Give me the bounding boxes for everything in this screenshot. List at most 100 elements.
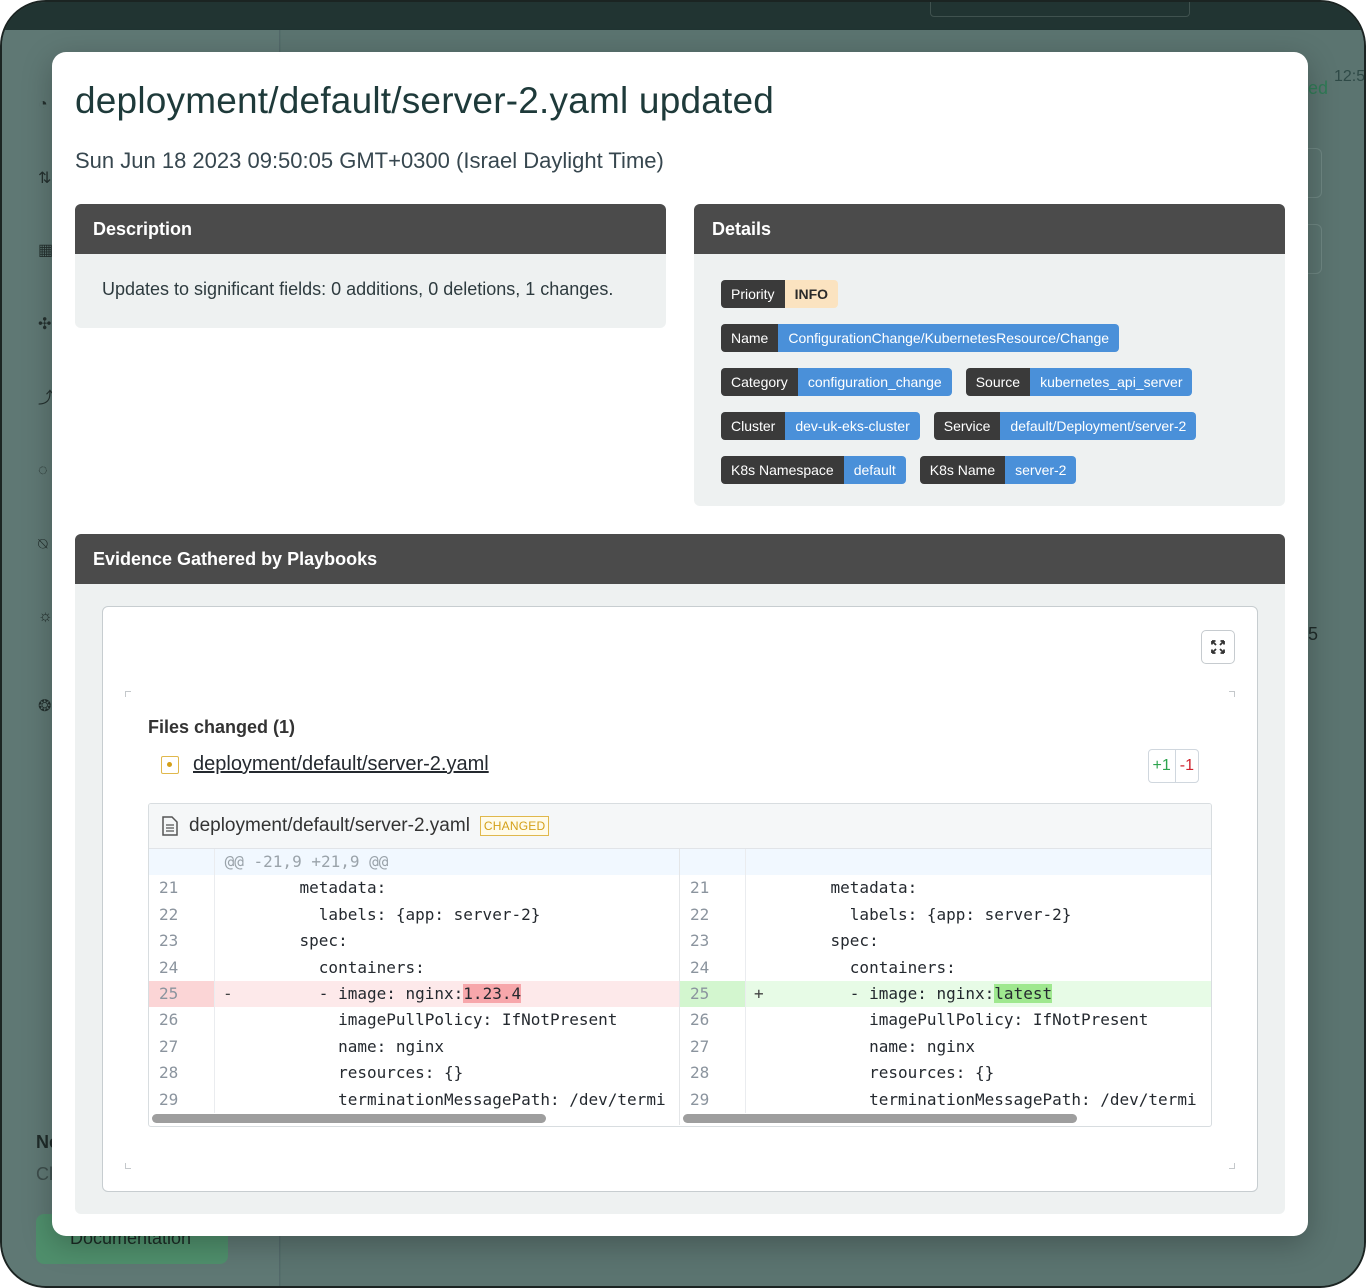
changed-value-highlight: 1.23.4 bbox=[463, 983, 522, 1003]
code-text: resources: {} bbox=[792, 1063, 995, 1083]
line-number: 28 bbox=[680, 1060, 746, 1087]
deletions-count: -1 bbox=[1179, 757, 1194, 774]
expand-icon bbox=[1211, 640, 1225, 654]
corner-mark bbox=[125, 1163, 131, 1169]
diff-hunk-header: @@ -21,9 +21,9 @@ bbox=[149, 849, 679, 876]
line-number: 24 bbox=[149, 954, 215, 981]
changed-value-highlight: latest bbox=[994, 983, 1053, 1003]
detail-tag-source: Source kubernetes_api_server bbox=[965, 368, 1193, 396]
diff-line: 24 containers: bbox=[149, 954, 679, 981]
diff-marker bbox=[215, 955, 239, 981]
diff-line: 28 resources: {} bbox=[680, 1060, 1211, 1087]
diff-line: 29 terminationMessagePath: /dev/termi bbox=[149, 1086, 679, 1113]
code-text: - image: nginx:latest bbox=[792, 983, 1053, 1003]
tag-row: Category configuration_change Source kubern… bbox=[721, 368, 1285, 396]
diff-marker bbox=[215, 875, 239, 901]
finding-modal: deployment/default/server-2.yaml updated… bbox=[52, 52, 1308, 1236]
code-text: resources: {} bbox=[261, 1063, 464, 1083]
diff-marker bbox=[215, 928, 239, 954]
diff-line: 26 imagePullPolicy: IfNotPresent bbox=[149, 1007, 679, 1034]
line-number: 25 bbox=[680, 980, 746, 1008]
diff-marker bbox=[746, 955, 770, 981]
background-search-box bbox=[930, 2, 1190, 17]
diff-line: 21 metadata: bbox=[149, 875, 679, 902]
diff-line: 27 name: nginx bbox=[680, 1033, 1211, 1061]
diff-stat: +1 -1 bbox=[1147, 749, 1199, 783]
line-number: 26 bbox=[680, 1007, 746, 1034]
line-number: 29 bbox=[149, 1086, 215, 1113]
line-number: 29 bbox=[680, 1086, 746, 1113]
line-number: 23 bbox=[149, 928, 215, 955]
code-text: imagePullPolicy: IfNotPresent bbox=[792, 1010, 1149, 1030]
details-header: Details bbox=[694, 204, 1285, 254]
details-tags: Priority INFO Name ConfigurationChange/Kube… bbox=[694, 254, 1285, 484]
file-modified-icon bbox=[161, 755, 179, 774]
changed-file-entry[interactable]: deployment/default/server-2.yaml bbox=[161, 753, 489, 776]
detail-tag-k8s-name: K8s Name server-2 bbox=[919, 456, 1077, 484]
tag-key: K8s Name bbox=[919, 456, 1006, 484]
background-sidebar-subtext: Cl bbox=[36, 1164, 53, 1184]
diff-line: 28 resources: {} bbox=[149, 1060, 679, 1087]
diff-marker bbox=[215, 1060, 239, 1086]
tag-value: dev-uk-eks-cluster bbox=[785, 412, 920, 440]
background-topbar bbox=[2, 2, 1364, 30]
line-number: 22 bbox=[680, 901, 746, 929]
detail-tag-k8s-namespace: K8s Namespace default bbox=[721, 456, 906, 484]
line-number: 25 bbox=[149, 980, 215, 1008]
tag-key: Priority bbox=[721, 280, 785, 308]
code-text: metadata: bbox=[261, 878, 387, 898]
tag-value: default bbox=[843, 456, 906, 484]
diff-marker bbox=[746, 1034, 770, 1060]
diff-marker bbox=[215, 1007, 239, 1033]
line-number: 21 bbox=[149, 875, 215, 902]
diff-marker bbox=[746, 1087, 770, 1113]
tag-value: configuration_change bbox=[797, 368, 952, 396]
diff-marker bbox=[746, 1007, 770, 1033]
changed-file-link[interactable]: deployment/default/server-2.yaml bbox=[193, 753, 489, 776]
code-text: terminationMessagePath: /dev/termi bbox=[261, 1089, 666, 1109]
expand-button[interactable] bbox=[1201, 630, 1235, 664]
background-status-fragment: ed bbox=[1308, 78, 1329, 98]
tag-row: Cluster dev-uk-eks-cluster Service default/… bbox=[721, 412, 1285, 440]
tag-row: Name ConfigurationChange/KubernetesResour… bbox=[721, 324, 1285, 352]
corner-mark bbox=[1229, 691, 1235, 697]
code-text: name: nginx bbox=[792, 1036, 976, 1056]
tag-value: server-2 bbox=[1005, 456, 1077, 484]
detail-tag-category: Category configuration_change bbox=[721, 368, 952, 396]
line-number: 28 bbox=[149, 1060, 215, 1087]
diff-marker bbox=[746, 902, 770, 928]
line-number: 22 bbox=[149, 901, 215, 929]
corner-mark bbox=[1229, 1163, 1235, 1169]
changed-badge: CHANGED bbox=[479, 816, 550, 836]
diff-file-name: deployment/default/server-2.yaml bbox=[189, 815, 470, 836]
code-text: containers: bbox=[792, 957, 956, 977]
code-text: labels: {app: server-2} bbox=[261, 904, 541, 924]
diff-left-pane: @@ -21,9 +21,9 @@ 21 metadata: 22 labels: … bbox=[149, 849, 680, 1125]
description-text: Updates to significant fields: 0 additio… bbox=[102, 279, 614, 299]
diff-marker bbox=[746, 928, 770, 954]
tag-key: Name bbox=[721, 324, 779, 352]
line-number: 24 bbox=[680, 954, 746, 981]
modal-title: deployment/default/server-2.yaml updated bbox=[75, 80, 775, 121]
evidence-card: Files changed (1) deployment/default/ser… bbox=[102, 606, 1258, 1192]
diff-line: 24 containers: bbox=[680, 954, 1211, 981]
device-frame: ◔ ⇅ ▦ ✣ ⤴ ◌ ⍉ ☼ ❂ Ne Cl Documentation ed… bbox=[0, 0, 1366, 1288]
tag-value: INFO bbox=[784, 280, 839, 308]
line-number: 26 bbox=[149, 1007, 215, 1034]
diff-file-header: deployment/default/server-2.yaml CHANGED bbox=[149, 804, 1211, 849]
diff-marker: + bbox=[754, 983, 764, 1003]
tag-value: ConfigurationChange/KubernetesResource/C… bbox=[778, 324, 1120, 352]
diff-marker bbox=[215, 1034, 239, 1060]
details-panel: Details Priority INFO Name ConfigurationCha… bbox=[694, 204, 1285, 506]
code-text: metadata: bbox=[792, 878, 918, 898]
code-text: imagePullPolicy: IfNotPresent bbox=[261, 1010, 618, 1030]
horizontal-scrollbar[interactable] bbox=[152, 1113, 546, 1123]
code-text: spec: bbox=[261, 931, 348, 951]
code-text: containers: bbox=[261, 957, 425, 977]
diff-line: 21 metadata: bbox=[680, 875, 1211, 902]
diff-marker: - bbox=[223, 983, 233, 1003]
description-panel: Description Updates to significant field… bbox=[75, 204, 666, 328]
diff-line: 22 labels: {app: server-2} bbox=[149, 901, 679, 929]
horizontal-scrollbar[interactable] bbox=[683, 1113, 1077, 1123]
tag-row: Priority INFO bbox=[721, 280, 1285, 308]
